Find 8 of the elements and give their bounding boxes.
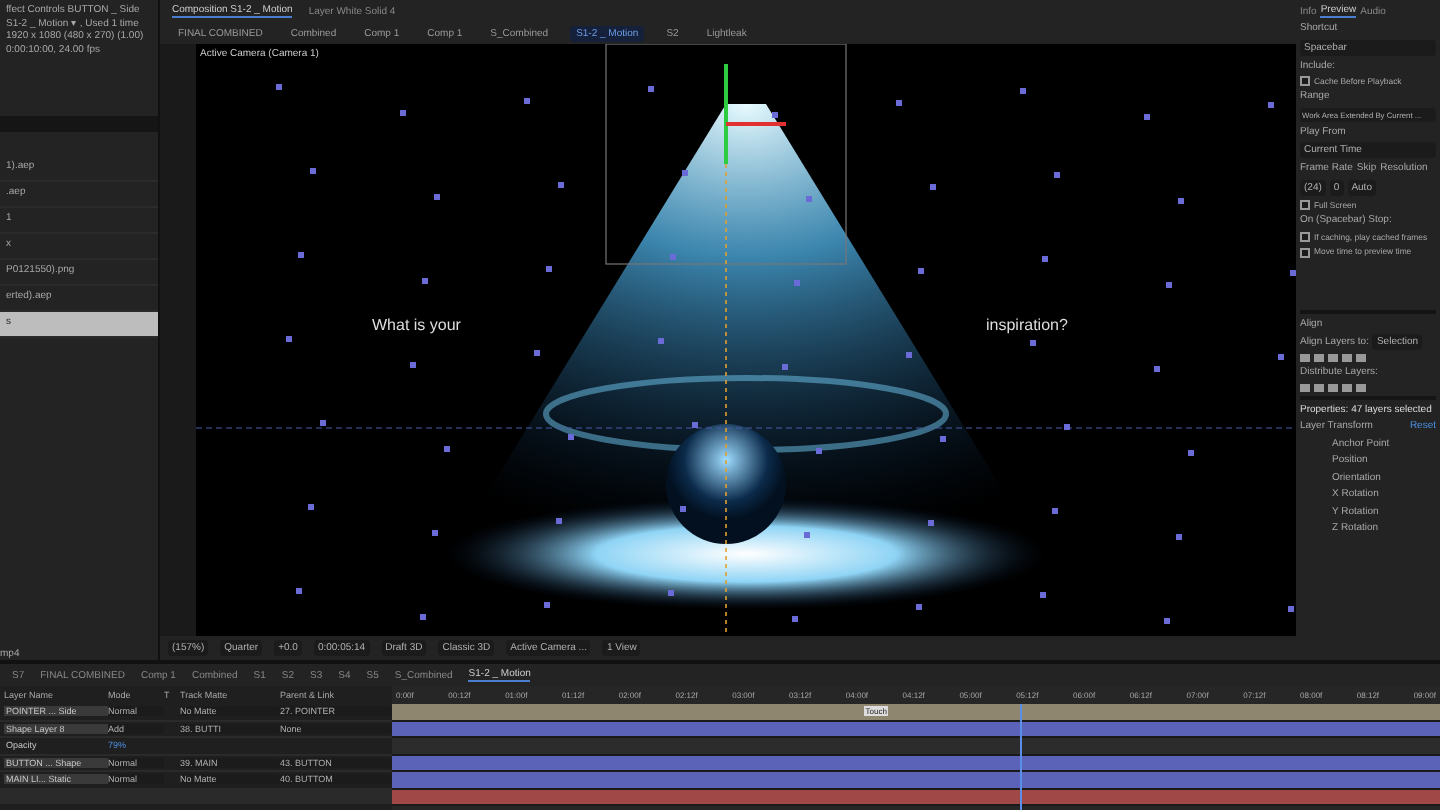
checkbox[interactable] bbox=[1300, 232, 1310, 243]
text-layer: What is your bbox=[372, 316, 461, 334]
layer-bar[interactable] bbox=[392, 704, 1440, 721]
checkbox[interactable] bbox=[1300, 76, 1310, 87]
checkbox[interactable] bbox=[1300, 247, 1310, 258]
text-layer: inspiration? bbox=[986, 316, 1068, 334]
layer-bar[interactable] bbox=[392, 772, 1440, 789]
checkbox[interactable] bbox=[1300, 200, 1310, 211]
